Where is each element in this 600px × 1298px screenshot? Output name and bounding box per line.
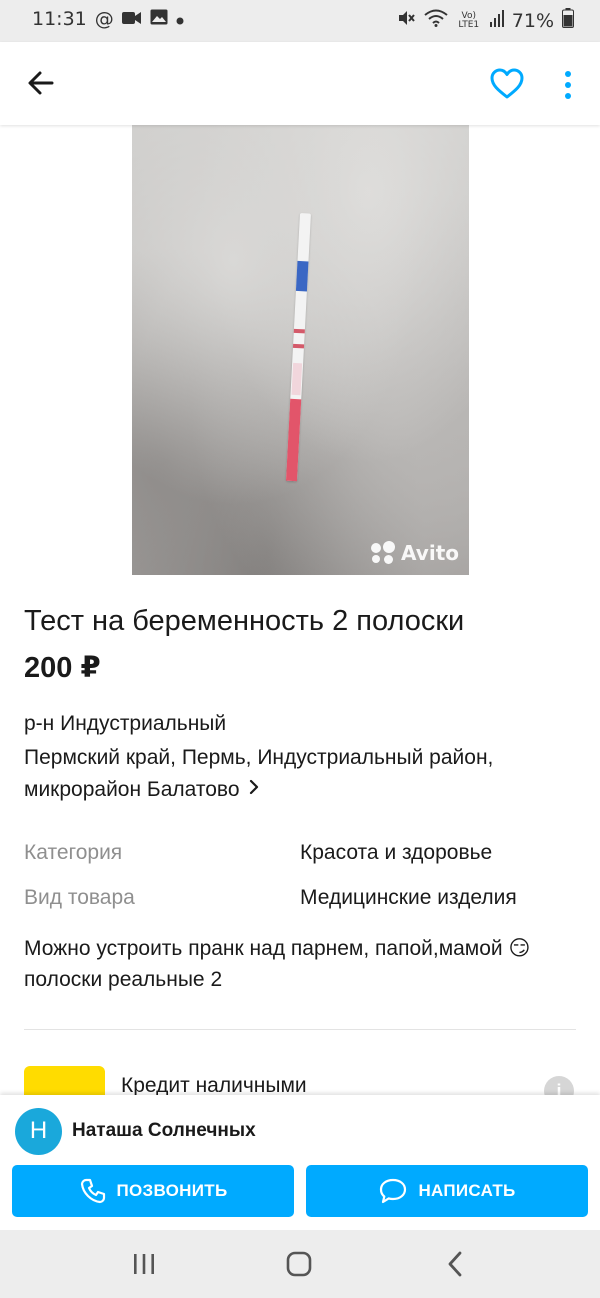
seller-name: Наташа Солнечных (72, 1120, 256, 1141)
listing-description: Можно устроить пранк над парнем, папой,м… (24, 937, 531, 991)
status-bar: 11:31 @ Vo) LTE1 71% (0, 0, 600, 42)
network-label: Vo) LTE1 (458, 10, 480, 30)
test-strip-image (285, 213, 311, 482)
listing-district: р-н Индустриальный (24, 712, 227, 735)
mute-icon (396, 8, 416, 33)
address-link[interactable]: Пермский край, Пермь, Индустриальный рай… (24, 742, 576, 806)
heart-outline-icon (490, 68, 524, 99)
back-button[interactable] (22, 64, 60, 102)
avito-logo-icon (371, 541, 397, 565)
status-time: 11:31 (32, 8, 87, 30)
seller-info[interactable]: Н Наташа Солнечных (15, 1107, 256, 1155)
spec-value: Медицинские изделия (300, 886, 517, 909)
app-bar (0, 42, 600, 125)
home-button[interactable] (285, 1250, 313, 1278)
photo-gallery[interactable]: Avito (0, 125, 600, 575)
back-chevron-icon (448, 1251, 462, 1277)
favorite-button[interactable] (488, 66, 526, 102)
write-button[interactable]: НАПИСАТЬ (306, 1165, 588, 1217)
chevron-right-icon (248, 774, 260, 806)
chat-bubble-icon (380, 1178, 407, 1204)
system-back-button[interactable] (444, 1250, 466, 1278)
more-vert-icon (565, 71, 571, 99)
avatar: Н (15, 1107, 62, 1155)
divider (24, 1029, 576, 1030)
battery-percent: 71% (511, 9, 554, 32)
recent-apps-button[interactable] (130, 1251, 158, 1277)
phone-icon (80, 1178, 105, 1204)
call-button-label: ПОЗВОНИТЬ (116, 1181, 228, 1200)
watermark-text: Avito (401, 541, 459, 565)
listing-photo[interactable]: Avito (132, 125, 469, 575)
arrow-left-icon (28, 71, 54, 95)
spec-value: Красота и здоровье (300, 841, 493, 864)
more-menu-button[interactable] (556, 68, 580, 102)
call-button[interactable]: ПОЗВОНИТЬ (12, 1165, 294, 1217)
spec-label: Категория (24, 841, 123, 864)
signal-icon (489, 9, 504, 32)
notification-dot-icon (176, 8, 184, 30)
recent-apps-icon (134, 1254, 154, 1274)
wifi-icon (424, 9, 448, 32)
battery-icon (562, 8, 574, 33)
gallery-icon (150, 8, 168, 30)
at-sign-icon: @ (94, 8, 114, 30)
contact-panel: Н Наташа Солнечных ПОЗВОНИТЬ НАПИСАТЬ (0, 1095, 600, 1230)
spec-label: Вид товара (24, 886, 135, 909)
listing-title: Тест на беременность 2 полоски (24, 605, 465, 637)
system-nav-bar (0, 1230, 600, 1298)
avito-watermark: Avito (371, 541, 459, 565)
write-button-label: НАПИСАТЬ (418, 1181, 516, 1200)
home-icon (286, 1251, 312, 1277)
video-camera-icon (121, 8, 142, 30)
listing-price: 200 ₽ (24, 652, 101, 684)
